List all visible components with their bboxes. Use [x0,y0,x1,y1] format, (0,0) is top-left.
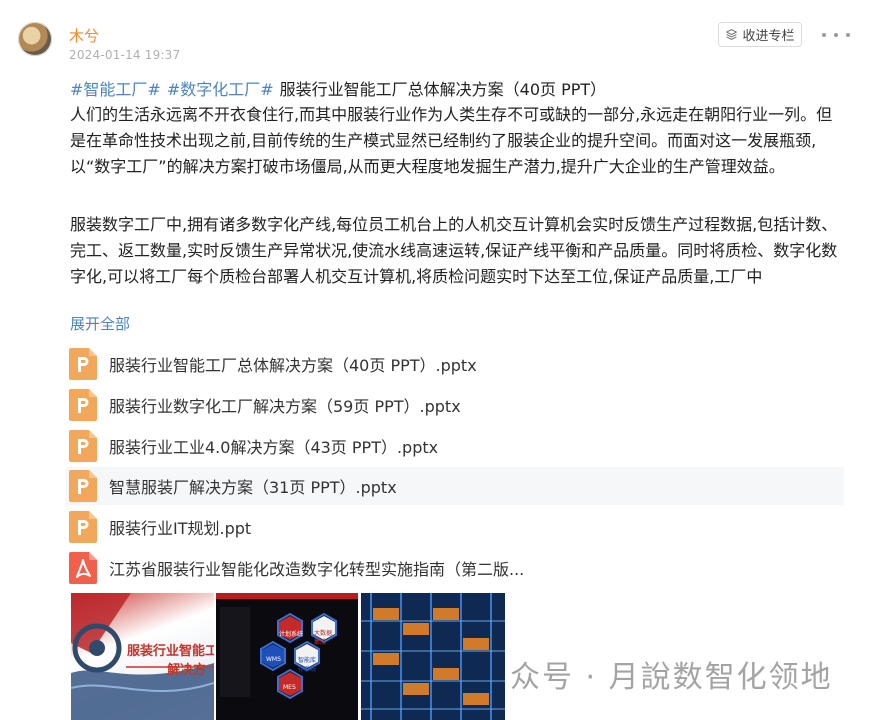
attachment-name: 服装行业工业4.0解决方案（43页 PPT）.pptx [109,438,439,457]
attachment-name: 服装行业智能工厂总体解决方案（40页 PPT）.pptx [109,356,477,375]
collect-to-column-button[interactable]: 收进专栏 [718,22,802,47]
hashtag-link[interactable]: #数字化工厂# [167,80,274,99]
image-thumbnail[interactable]: 服装行业智能工 解决方 [71,593,214,720]
expand-all-link[interactable]: 展开全部 [70,313,130,334]
slide-preview-image [216,593,358,700]
attachment-item[interactable]: 江苏省服装行业智能化改造数字化转型实施指南（第二版... [66,549,844,587]
slide-label: MES [283,684,296,691]
attachment-item[interactable]: 智慧服装厂解决方案（31页 PPT）.pptx [66,467,844,505]
post-paragraph: 人们的生活永远离不开衣食住行,而其中服装行业作为人类生存不可或缺的一部分,永远走… [70,105,833,176]
attachment-name: 服装行业数字化工厂解决方案（59页 PPT）.pptx [109,397,461,416]
collect-button-label: 收进专栏 [742,29,795,44]
post-timestamp: 2024-01-14 19:37 [69,48,181,62]
more-dots-icon [822,33,826,37]
avatar[interactable] [18,22,52,56]
slide-label: WMS [266,656,281,663]
layers-icon [726,29,738,40]
image-thumbnail[interactable]: 计划系统 大数据集成 WMS 智能库存系统 MES [216,593,358,720]
slide-label: 计划系统 [279,631,304,638]
hashtag-link[interactable]: #智能工厂# [70,80,161,99]
image-thumbnail[interactable] [361,593,505,720]
post-paragraph: 服装数字工厂中,拥有诸多数字化产线,每位员工机台上的人机交互计算机会实时反馈生产… [70,215,838,286]
ppt-file-icon [69,389,97,421]
attachment-name: 江苏省服装行业智能化改造数字化转型实施指南（第二版... [109,560,525,579]
slide-label: 智能库存系统 [298,657,317,673]
slide-label: 大数据集成 [314,630,333,646]
post-title-line: #智能工厂# #数字化工厂# 服装行业智能工厂总体解决方案（40页 PPT） [70,76,606,100]
pdf-file-icon [69,552,97,584]
ppt-file-icon [69,430,97,462]
attachment-item[interactable]: 服装行业工业4.0解决方案（43页 PPT）.pptx [66,427,844,465]
more-options-button[interactable] [822,27,850,43]
ppt-file-icon [69,348,97,380]
ppt-file-icon [69,470,97,502]
watermark-text: 众号 · 月說数智化领地 [510,660,833,695]
attachment-item[interactable]: 服装行业智能工厂总体解决方案（40页 PPT）.pptx [66,345,844,383]
slide-preview-image [361,593,505,720]
post-title: 服装行业智能工厂总体解决方案（40页 PPT） [279,80,607,99]
slide-title-text: 服装行业智能工 [127,644,214,659]
attachment-item[interactable]: 服装行业IT规划.ppt [66,508,844,546]
ppt-file-icon [69,511,97,543]
attachment-item[interactable]: 服装行业数字化工厂解决方案（59页 PPT）.pptx [66,386,844,424]
author-name[interactable]: 木兮 [69,25,99,46]
slide-subtitle-text: 解决方 [167,663,207,678]
attachment-name: 服装行业IT规划.ppt [109,519,252,538]
attachment-name: 智慧服装厂解决方案（31页 PPT）.pptx [109,478,397,497]
post-card: 木兮 2024-01-14 19:37 收进专栏 #智能工厂# #数字化工厂# 服装… [0,0,884,720]
